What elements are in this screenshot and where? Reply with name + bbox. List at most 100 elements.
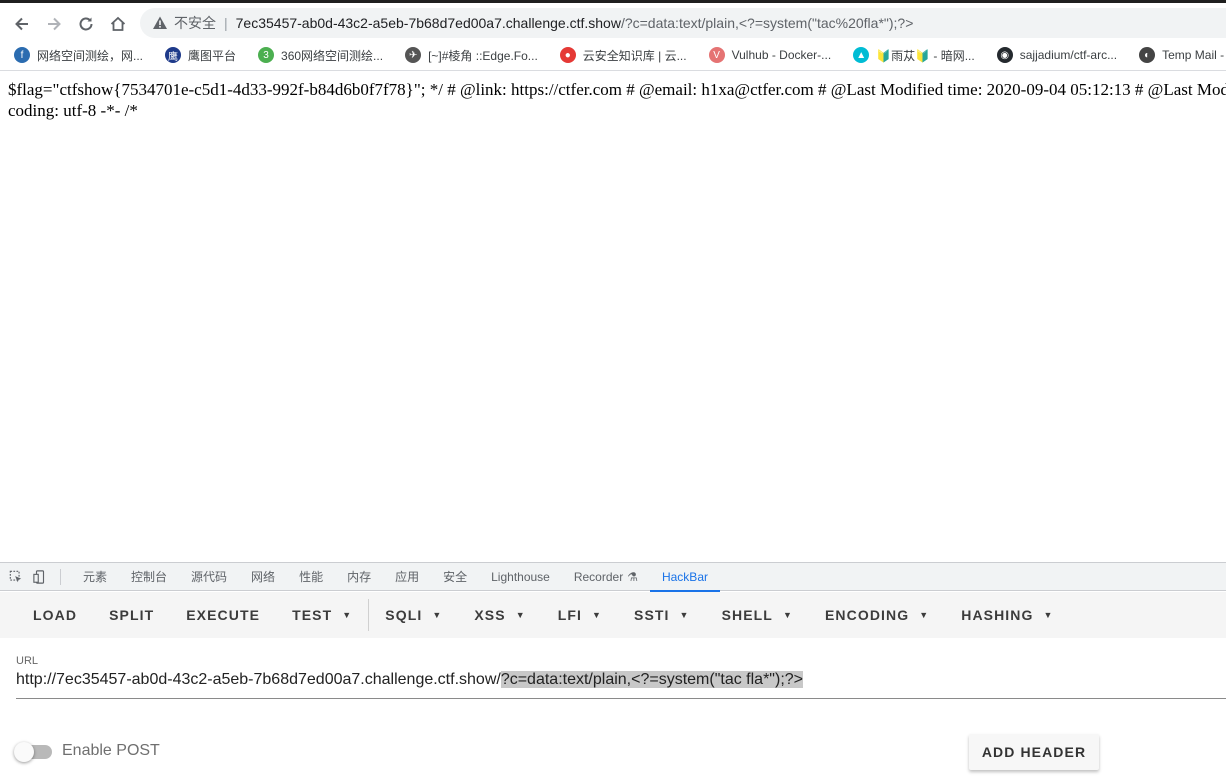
hackbar-button-label: TEST [292,607,333,623]
hackbar-button-hashing[interactable]: HASHING ▼ [945,592,1069,638]
devtools-tab[interactable]: 控制台 [119,563,179,591]
hackbar-button-label: SSTI [634,607,670,623]
devtools-tab-bar: 元素 控制台 源代码 网络 性能 内存 应用 安全 Lighthouse Recorder ⚗ Hac… [0,563,1226,592]
url-base-text: http://7ec35457-ab0d-43c2-a5eb-7b68d7ed0… [16,671,501,688]
bookmark-label: 云安全知识库 | 云... [582,48,687,63]
hackbar-button-load[interactable]: LOAD [0,592,93,638]
devtools-tab-label: Recorder [573,569,624,584]
caret-down-icon: ▼ [342,610,353,620]
arrow-right-icon [48,17,61,31]
devtools-tab-label: 网络 [251,569,276,584]
cloud-sec-icon: ● [559,47,576,63]
vulhub-icon: V [708,47,725,63]
devtools-tab[interactable]: 元素 [71,563,119,591]
devtools-tab[interactable]: HackBar [649,563,720,592]
bookmark-label: 鹰图平台 [188,48,237,63]
security-label: 不安全 [174,15,216,31]
address-host: 7ec35457-ab0d-43c2-a5eb-7b68d7ed00a7.cha… [235,15,621,31]
bookmark-item[interactable]: ◐ Temp Mail - [1139,47,1224,63]
hackbar-button-ssti[interactable]: SSTI ▼ [618,592,706,638]
edge-forum-icon: ✈ [405,47,422,63]
page-text-line-1: $flag="ctfshow{7534701e-c5d1-4d33-992f-b… [8,80,1226,99]
enable-post-toggle[interactable] [14,742,54,762]
fofa-icon: f [14,47,30,63]
caret-down-icon: ▼ [679,610,690,620]
reload-icon [79,17,93,31]
bookmark-item[interactable]: 3 360网络空间测绘... [258,47,383,64]
inspect-element-icon[interactable] [8,569,24,585]
forward-button[interactable] [41,11,67,37]
hackbar-button-label: LFI [557,607,582,623]
add-header-button[interactable]: ADD HEADER [969,734,1099,770]
hackbar-button-lfi[interactable]: LFI ▼ [542,592,618,638]
bookmark-label: Temp Mail - [1162,48,1225,62]
bookmark-item[interactable]: ✈ [~]#棱角 ::Edge.Fo... [405,47,538,64]
hackbar-button-test[interactable]: TEST ▼ [276,592,368,638]
caret-down-icon: ▼ [515,610,526,620]
bookmark-item[interactable]: f 网络空间测绘，网... [14,47,143,64]
hackbar-button-execute[interactable]: EXECUTE [170,592,276,638]
bookmark-label: Vulhub - Docker-... [731,48,832,62]
bookmark-item[interactable]: 鹰鹰图平台 [165,47,236,64]
devtools-tab-label: 安全 [443,569,468,584]
devtools-tab-label: 控制台 [131,569,168,584]
hackbar-button-label: SPLIT [109,607,155,623]
hackbar-button-xss[interactable]: XSS ▼ [458,592,541,638]
devtools-tab[interactable]: 安全 [431,563,479,591]
hackbar-button-sqli[interactable]: SQLI ▼ [369,592,458,638]
url-input[interactable]: http://7ec35457-ab0d-43c2-a5eb-7b68d7ed0… [16,669,1226,699]
devtools-tab[interactable]: Recorder ⚗ [562,563,650,591]
devtools-tab[interactable]: 源代码 [179,563,239,591]
home-icon [110,16,126,31]
360-icon: 3 [258,47,275,63]
caret-down-icon: ▼ [782,610,793,620]
eagle-icon: 鹰 [165,47,182,63]
devtools-tab-label: Lighthouse [491,569,550,584]
caret-down-icon: ▼ [592,610,603,620]
bookmark-item[interactable]: V Vulhub - Docker-... [708,47,832,63]
hackbar-button-encoding[interactable]: ENCODING ▼ [809,592,945,638]
github-icon: ◉ [996,47,1013,63]
back-button[interactable] [9,11,35,37]
bookmark-label: 360网络空间测绘... [281,48,384,63]
address-bar[interactable]: 不安全 | 7ec35457-ab0d-43c2-a5eb-7b68d7ed00… [140,8,1226,38]
url-label: URL [16,655,39,667]
bookmark-label: 网络空间测绘，网... [37,48,144,63]
browser-toolbar: 不安全 | 7ec35457-ab0d-43c2-a5eb-7b68d7ed00… [0,0,1226,40]
url-selected-text: ?c=data:text/plain,<?=system("tac fla*")… [500,671,803,688]
hackbar-button-label: EXECUTE [186,607,261,623]
hackbar-button-label: XSS [474,607,506,623]
devtools-tab[interactable]: 应用 [383,563,431,591]
devtools-tab-label: 源代码 [191,569,228,584]
devtools-tab-label: 内存 [347,569,372,584]
bookmark-item[interactable]: ◉ sajjadium/ctf-arc... [996,47,1118,63]
devtools-tab-label: 性能 [299,569,324,584]
devtools-tab-label: HackBar [661,569,708,584]
bookmark-label: [~]#棱角 ::Edge.Fo... [428,48,538,63]
hackbar-button-label: ENCODING [824,607,910,623]
bookmark-item[interactable]: ● 云安全知识库 | 云... [559,47,687,64]
device-toolbar-icon[interactable] [32,569,48,585]
home-button[interactable] [105,11,131,37]
devtools-tab[interactable]: Lighthouse [479,563,562,591]
caret-down-icon: ▼ [919,610,930,620]
devtools-tab[interactable]: 性能 [287,563,335,591]
bookmark-label: sajjadium/ctf-arc... [1019,48,1118,62]
address-separator: | [224,15,228,31]
hackbar-button-shell[interactable]: SHELL ▼ [706,592,809,638]
page-content: $flag="ctfshow{7534701e-c5d1-4d33-992f-b… [8,79,1226,121]
arrow-icon: ▲ [853,47,870,63]
hackbar-toolbar: LOAD SPLIT EXECUTE TEST ▼ SQLI ▼ XSS ▼ LFI ▼ SSTI ▼ S… [0,592,1226,638]
address-path: /?c=data:text/plain,<?=system("tac%20fla… [620,15,914,31]
hackbar-button-label: HASHING [961,607,1034,623]
devtools-tab[interactable]: 内存 [335,563,383,591]
hackbar-button-split[interactable]: SPLIT [93,592,170,638]
hackbar-button-label: SQLI [385,607,423,623]
bookmark-item[interactable]: ▲ 🔰雨苁🔰 - 暗网... [853,47,975,64]
devtools-panel: 元素 控制台 源代码 网络 性能 内存 应用 安全 Lighthouse Recorder ⚗ Hac… [0,562,1226,782]
reload-button[interactable] [73,11,99,37]
devtools-tab[interactable]: 网络 [239,563,287,591]
arrow-left-icon [15,17,28,31]
tempmail-icon: ◐ [1139,47,1156,63]
devtools-divider [60,568,61,585]
